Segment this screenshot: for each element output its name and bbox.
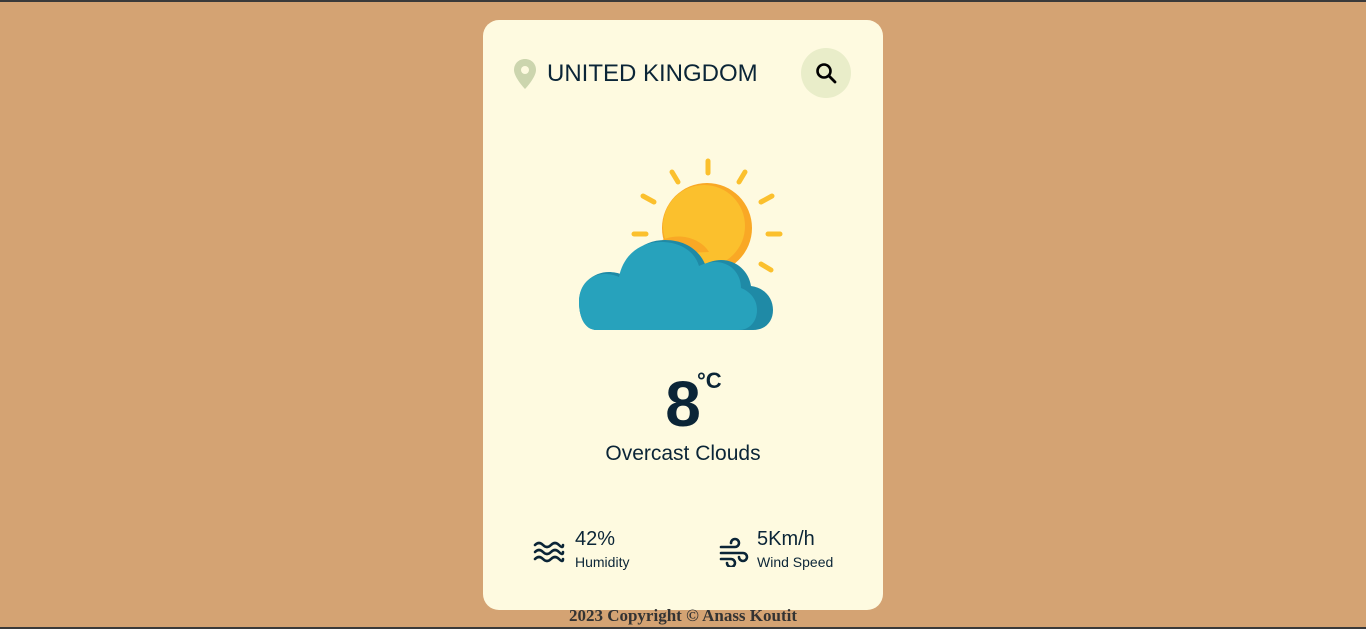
wind-icon <box>719 537 749 567</box>
search-icon <box>816 63 837 84</box>
location-pin-icon <box>514 59 536 89</box>
humidity-value: 42% <box>575 528 616 550</box>
search-button[interactable] <box>801 48 851 98</box>
temperature-unit: °C <box>697 368 722 393</box>
waves-icon <box>533 541 565 563</box>
footer-copyright: 2023 Copyright © Anass Koutit <box>568 606 798 625</box>
temperature-value: 8 <box>665 368 701 440</box>
partly-cloudy-icon <box>579 158 783 330</box>
weather-description: Overcast Clouds <box>605 442 761 465</box>
humidity-label: Humidity <box>575 554 630 570</box>
temperature-display: 8 °C <box>483 368 883 440</box>
wind-speed-value: 5Km/h <box>757 528 815 550</box>
wind-speed-label: Wind Speed <box>757 554 834 570</box>
location-input[interactable] <box>547 56 787 92</box>
weather-card: 8 °C Overcast Clouds 42% Humidity 5Km/h … <box>483 20 883 610</box>
search-box <box>483 20 883 130</box>
